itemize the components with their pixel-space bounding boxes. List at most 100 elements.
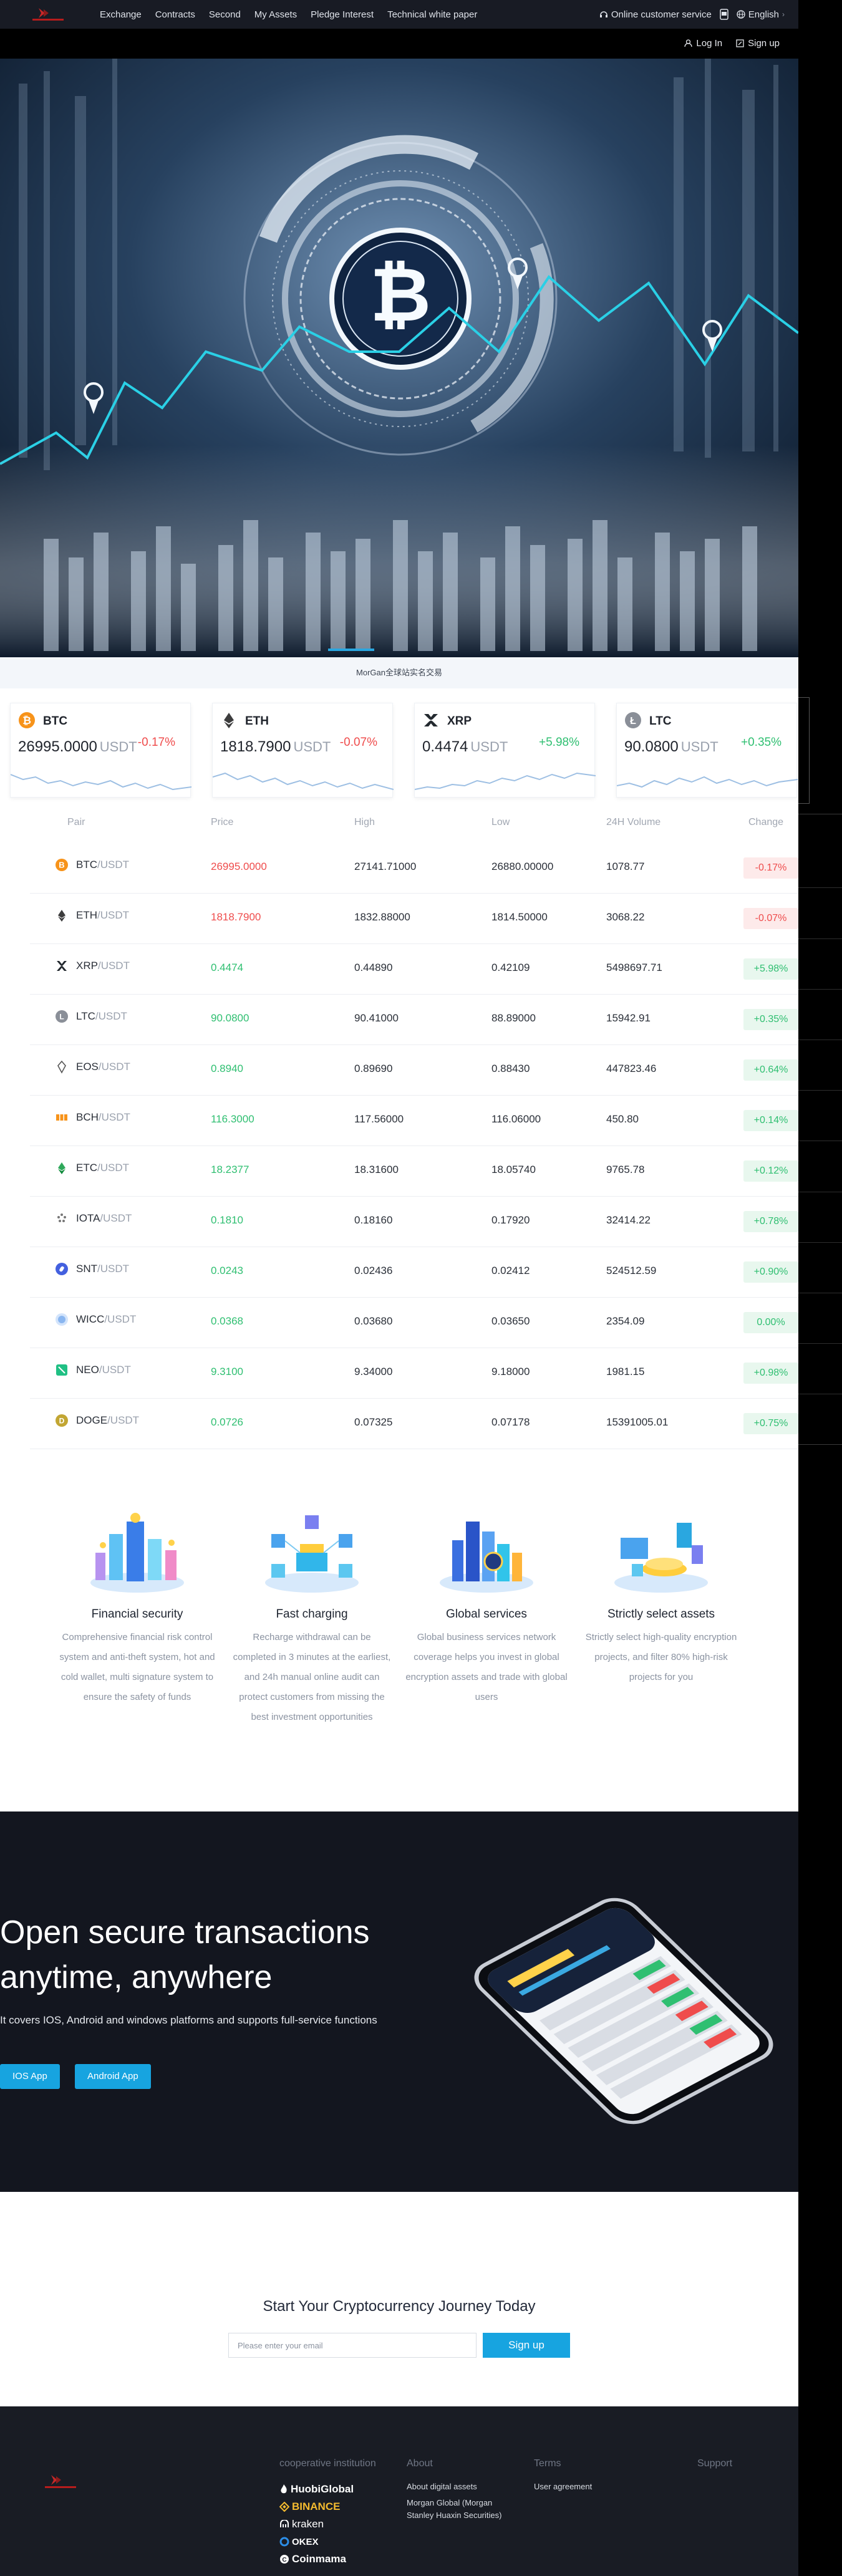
volume-cell: 15942.91 (606, 1012, 651, 1024)
footer-brand-logo[interactable] (42, 2474, 79, 2491)
features-section: Financial security Comprehensive financi… (0, 1509, 798, 1746)
nav-my-assets[interactable]: My Assets (254, 9, 297, 20)
high-cell: 1832.88000 (354, 911, 410, 923)
nav-pledge-interest[interactable]: Pledge Interest (311, 9, 374, 20)
pair-label: EOS/USDT (76, 1061, 130, 1073)
col-change[interactable]: Change (748, 817, 783, 828)
strip-line (798, 1444, 842, 1445)
partners-heading: cooperative institution (279, 2458, 376, 2469)
table-row[interactable]: NEO/USDT 9.3100 9.34000 9.18000 1981.15 +0.98… (30, 1348, 798, 1399)
volume-cell: 450.80 (606, 1113, 639, 1125)
nav-second[interactable]: Second (209, 9, 241, 20)
sparkline-xrp (415, 772, 596, 790)
change-badge: +0.78% (743, 1211, 798, 1232)
feature-desc: Recharge withdrawal can be completed in … (233, 1632, 391, 1722)
partner-okex-label: OKEX (292, 2536, 319, 2547)
table-row[interactable]: XRP/USDT 0.4474 0.44890 0.42109 5498697.71 +5… (30, 944, 798, 995)
brand-logo[interactable] (30, 7, 66, 22)
price-cell: 116.3000 (211, 1113, 254, 1125)
binance-diamond-icon (279, 2502, 289, 2512)
price-cell: 0.0726 (211, 1416, 243, 1428)
right-overflow-strip (798, 0, 842, 2576)
notice-bar[interactable]: MorGan全球站实名交易 (0, 657, 798, 688)
low-cell: 26880.00000 (491, 861, 554, 872)
nav-white-paper[interactable]: Technical white paper (387, 9, 477, 20)
card-unit: USDT (680, 739, 719, 755)
partner-coinmama-label: Coinmama (292, 2553, 346, 2565)
table-row[interactable]: WICC/USDT 0.0368 0.03680 0.03650 2354.09 0.00… (30, 1298, 798, 1348)
partner-kraken[interactable]: kraken (279, 2516, 376, 2533)
low-cell: 9.18000 (491, 1366, 530, 1377)
email-input[interactable] (228, 2333, 477, 2358)
price-card-xrp[interactable]: XRP 0.4474 USDT +5.98% (414, 703, 596, 798)
cta-signup-button[interactable]: Sign up (483, 2333, 570, 2358)
col-price[interactable]: Price (211, 817, 233, 828)
strip-line (798, 989, 842, 990)
pair-base: IOTA (76, 1212, 100, 1224)
price-card-ltc[interactable]: Ł LTC 90.0800 USDT +0.35% (616, 703, 798, 798)
table-row[interactable]: ETH/USDT 1818.7900 1832.88000 1814.50000 306… (30, 894, 798, 944)
table-row[interactable]: BCH/USDT 116.3000 117.56000 116.06000 450.80… (30, 1096, 798, 1146)
price-card-eth[interactable]: ETH 1818.7900 USDT -0.07% (212, 703, 394, 798)
signup-link[interactable]: Sign up (736, 38, 780, 49)
coinmama-icon: C (280, 2555, 289, 2564)
low-cell: 1814.50000 (491, 911, 548, 923)
download-app-icon[interactable] (719, 9, 729, 20)
pair-base: BTC (76, 859, 97, 871)
col-volume[interactable]: 24H Volume (606, 817, 661, 828)
card-price: 26995.0000 USDT (18, 738, 137, 756)
app-headline-line1: Open secure transactions (0, 1914, 370, 1951)
table-row[interactable]: IOTA/USDT 0.1810 0.18160 0.17920 32414.22 +0.… (30, 1197, 798, 1247)
partner-coinmama[interactable]: C Coinmama (279, 2550, 376, 2568)
price-card-btc[interactable]: ₿ BTC 26995.0000 USDT -0.17% (10, 703, 191, 798)
table-row[interactable]: SNT/USDT 0.0243 0.02436 0.02412 524512.59 +0.… (30, 1247, 798, 1298)
user-agreement-link[interactable]: User agreement (534, 2481, 592, 2493)
feature-title: Global services (446, 1608, 527, 1621)
card-unit: USDT (293, 739, 331, 755)
pair-label: IOTA/USDT (76, 1212, 132, 1225)
nav-exchange[interactable]: Exchange (100, 9, 142, 20)
pair-cell: L LTC/USDT (55, 1010, 127, 1023)
pair-quote: /USDT (97, 909, 129, 921)
pair-cell: XRP/USDT (55, 959, 130, 973)
table-row[interactable]: B BTC/USDT 26995.0000 27141.71000 26880.0000… (30, 843, 798, 894)
globe-icon (737, 10, 745, 19)
table-row[interactable]: EOS/USDT 0.8940 0.89690 0.88430 447823.46 +0.… (30, 1045, 798, 1096)
col-high[interactable]: High (354, 817, 375, 828)
high-cell: 90.41000 (354, 1012, 399, 1024)
pair-quote: /USDT (97, 960, 130, 972)
table-row[interactable]: ETC/USDT 18.2377 18.31600 18.05740 9765.78 +0… (30, 1146, 798, 1197)
feature-select-assets: Strictly select assets Strictly select h… (580, 1509, 742, 1687)
volume-cell: 1078.77 (606, 861, 645, 872)
nav-contracts[interactable]: Contracts (155, 9, 195, 20)
pair-label: LTC/USDT (76, 1010, 127, 1023)
footer-terms: Terms User agreement (534, 2458, 592, 2493)
table-row[interactable]: D DOGE/USDT 0.0726 0.07325 0.07178 15391005.0… (30, 1399, 798, 1449)
login-link[interactable]: Log In (684, 38, 722, 49)
eth-icon (224, 713, 234, 728)
support-heading[interactable]: Support (697, 2458, 732, 2469)
change-badge: +0.35% (743, 1009, 798, 1030)
pair-quote: /USDT (98, 1111, 130, 1123)
charging-illustration-icon (265, 1515, 359, 1593)
col-pair[interactable]: Pair (67, 817, 85, 828)
partner-binance[interactable]: BINANCE (279, 2498, 376, 2516)
ios-app-button[interactable]: IOS App (0, 2064, 60, 2089)
pair-quote: /USDT (97, 1162, 129, 1174)
about-digital-assets-link[interactable]: About digital assets (407, 2481, 513, 2493)
high-cell: 0.44890 (354, 962, 393, 973)
language-selector[interactable]: English › (737, 9, 785, 20)
customer-service-link[interactable]: Online customer service (599, 9, 712, 20)
android-app-button[interactable]: Android App (75, 2064, 151, 2089)
low-cell: 0.02412 (491, 1265, 530, 1276)
partner-huobi[interactable]: HuobiGlobal (279, 2481, 376, 2498)
col-low[interactable]: Low (491, 817, 510, 828)
partner-okex[interactable]: OKEX (279, 2533, 376, 2550)
pair-quote: /USDT (100, 1212, 132, 1224)
pair-quote: /USDT (97, 1263, 129, 1275)
about-morgan-global-link[interactable]: Morgan Global (Morgan Stanley Huaxin Sec… (407, 2497, 513, 2522)
table-row[interactable]: L LTC/USDT 90.0800 90.41000 88.89000 15942.91… (30, 995, 798, 1045)
footer-support: Support (697, 2458, 732, 2481)
snt-icon (56, 1263, 68, 1275)
low-cell: 0.88430 (491, 1063, 530, 1074)
